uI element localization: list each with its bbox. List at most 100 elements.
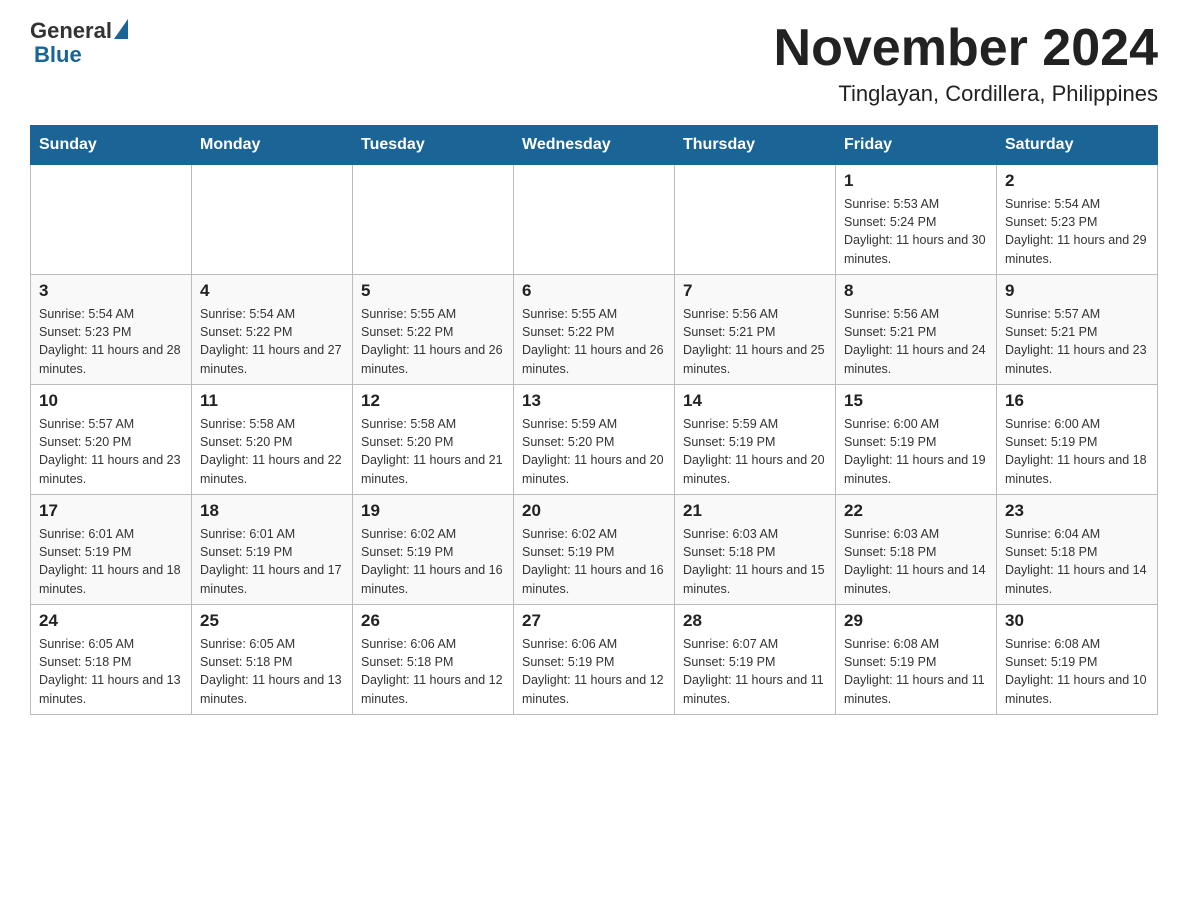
table-row: 16 Sunrise: 6:00 AMSunset: 5:19 PMDayligh… <box>997 385 1158 495</box>
table-row: 10Sunrise: 5:57 AMSunset: 5:20 PMDayligh… <box>31 385 192 495</box>
table-row: 13 Sunrise: 5:59 AMSunset: 5:20 PMDayligh… <box>514 385 675 495</box>
header-wednesday: Wednesday <box>514 126 675 165</box>
table-row <box>31 165 192 275</box>
table-row: 19 Sunrise: 6:02 AMSunset: 5:19 PMDayligh… <box>353 495 514 605</box>
calendar-month-year: November 2024 <box>774 20 1158 77</box>
day-number: 13 <box>522 391 666 411</box>
table-row: 2 Sunrise: 5:54 AMSunset: 5:23 PMDaylight… <box>997 165 1158 275</box>
table-row: 28 Sunrise: 6:07 AMSunset: 5:19 PMDayligh… <box>675 605 836 715</box>
calendar-header-row: Sunday Monday Tuesday Wednesday Thursday… <box>31 126 1158 165</box>
day-number: 15 <box>844 391 988 411</box>
table-row: 6Sunrise: 5:55 AMSunset: 5:22 PMDaylight… <box>514 275 675 385</box>
day-number: 27 <box>522 611 666 631</box>
table-row: 17Sunrise: 6:01 AMSunset: 5:19 PMDayligh… <box>31 495 192 605</box>
table-row: 5 Sunrise: 5:55 AMSunset: 5:22 PMDaylight… <box>353 275 514 385</box>
day-number: 18 <box>200 501 344 521</box>
day-number: 21 <box>683 501 827 521</box>
day-info: Sunrise: 6:01 AMSunset: 5:19 PMDaylight:… <box>200 525 344 598</box>
day-info: Sunrise: 6:04 AMSunset: 5:18 PMDaylight:… <box>1005 525 1149 598</box>
table-row: 4Sunrise: 5:54 AMSunset: 5:22 PMDaylight… <box>192 275 353 385</box>
table-row: 30 Sunrise: 6:08 AMSunset: 5:19 PMDayligh… <box>997 605 1158 715</box>
day-info: Sunrise: 6:07 AMSunset: 5:19 PMDaylight:… <box>683 635 827 708</box>
day-info: Sunrise: 6:02 AMSunset: 5:19 PMDaylight:… <box>361 525 505 598</box>
header-friday: Friday <box>836 126 997 165</box>
day-number: 8 <box>844 281 988 301</box>
day-number: 5 <box>361 281 505 301</box>
header-thursday: Thursday <box>675 126 836 165</box>
table-row: 12 Sunrise: 5:58 AMSunset: 5:20 PMDayligh… <box>353 385 514 495</box>
day-info: Sunrise: 6:02 AMSunset: 5:19 PMDaylight:… <box>522 525 666 598</box>
table-row <box>514 165 675 275</box>
table-row: 18 Sunrise: 6:01 AMSunset: 5:19 PMDayligh… <box>192 495 353 605</box>
day-number: 1 <box>844 171 988 191</box>
logo-triangle-icon <box>114 19 128 39</box>
day-number: 19 <box>361 501 505 521</box>
day-info: Sunrise: 6:06 AMSunset: 5:18 PMDaylight:… <box>361 635 505 708</box>
day-number: 2 <box>1005 171 1149 191</box>
table-row: 20 Sunrise: 6:02 AMSunset: 5:19 PMDayligh… <box>514 495 675 605</box>
header-tuesday: Tuesday <box>353 126 514 165</box>
header-monday: Monday <box>192 126 353 165</box>
day-info: Sunrise: 5:59 AMSunset: 5:20 PMDaylight:… <box>522 415 666 488</box>
day-info: Sunrise: 5:54 AMSunset: 5:23 PMDaylight:… <box>39 305 183 378</box>
day-number: 12 <box>361 391 505 411</box>
table-row <box>675 165 836 275</box>
day-info: Sunrise: 6:08 AMSunset: 5:19 PMDaylight:… <box>844 635 988 708</box>
table-row: 25Sunrise: 6:05 AMSunset: 5:18 PMDayligh… <box>192 605 353 715</box>
calendar-week-5: 24 Sunrise: 6:05 AMSunset: 5:18 PMDayligh… <box>31 605 1158 715</box>
day-number: 22 <box>844 501 988 521</box>
day-info: Sunrise: 6:06 AMSunset: 5:19 PMDaylight:… <box>522 635 666 708</box>
day-info: Sunrise: 5:57 AMSunset: 5:20 PMDaylight:… <box>39 415 183 488</box>
table-row <box>353 165 514 275</box>
day-number: 20 <box>522 501 666 521</box>
day-number: 14 <box>683 391 827 411</box>
day-info: Sunrise: 5:57 AMSunset: 5:21 PMDaylight:… <box>1005 305 1149 378</box>
day-number: 24 <box>39 611 183 631</box>
header-sunday: Sunday <box>31 126 192 165</box>
table-row: 22 Sunrise: 6:03 AMSunset: 5:18 PMDayligh… <box>836 495 997 605</box>
day-info: Sunrise: 6:03 AMSunset: 5:18 PMDaylight:… <box>844 525 988 598</box>
day-info: Sunrise: 6:08 AMSunset: 5:19 PMDaylight:… <box>1005 635 1149 708</box>
calendar-location: Tinglayan, Cordillera, Philippines <box>774 81 1158 107</box>
day-number: 3 <box>39 281 183 301</box>
table-row: 29 Sunrise: 6:08 AMSunset: 5:19 PMDayligh… <box>836 605 997 715</box>
day-info: Sunrise: 5:58 AMSunset: 5:20 PMDaylight:… <box>361 415 505 488</box>
day-number: 7 <box>683 281 827 301</box>
day-info: Sunrise: 5:53 AMSunset: 5:24 PMDaylight:… <box>844 195 988 268</box>
calendar-title-area: November 2024 Tinglayan, Cordillera, Phi… <box>774 20 1158 107</box>
table-row: 15 Sunrise: 6:00 AMSunset: 5:19 PMDayligh… <box>836 385 997 495</box>
day-info: Sunrise: 6:03 AMSunset: 5:18 PMDaylight:… <box>683 525 827 598</box>
table-row: 27 Sunrise: 6:06 AMSunset: 5:19 PMDayligh… <box>514 605 675 715</box>
day-number: 28 <box>683 611 827 631</box>
table-row: 7 Sunrise: 5:56 AMSunset: 5:21 PMDaylight… <box>675 275 836 385</box>
day-info: Sunrise: 6:00 AMSunset: 5:19 PMDaylight:… <box>844 415 988 488</box>
day-info: Sunrise: 6:00 AMSunset: 5:19 PMDaylight:… <box>1005 415 1149 488</box>
day-info: Sunrise: 5:56 AMSunset: 5:21 PMDaylight:… <box>683 305 827 378</box>
day-number: 23 <box>1005 501 1149 521</box>
day-info: Sunrise: 6:05 AMSunset: 5:18 PMDaylight:… <box>200 635 344 708</box>
table-row: 14 Sunrise: 5:59 AMSunset: 5:19 PMDayligh… <box>675 385 836 495</box>
page-header: General Blue November 2024 Tinglayan, Co… <box>30 20 1158 107</box>
day-info: Sunrise: 5:54 AMSunset: 5:23 PMDaylight:… <box>1005 195 1149 268</box>
table-row: 21 Sunrise: 6:03 AMSunset: 5:18 PMDayligh… <box>675 495 836 605</box>
logo-general-text: General <box>30 20 112 42</box>
calendar-week-4: 17Sunrise: 6:01 AMSunset: 5:19 PMDayligh… <box>31 495 1158 605</box>
day-info: Sunrise: 5:59 AMSunset: 5:19 PMDaylight:… <box>683 415 827 488</box>
table-row: 26Sunrise: 6:06 AMSunset: 5:18 PMDayligh… <box>353 605 514 715</box>
day-info: Sunrise: 5:58 AMSunset: 5:20 PMDaylight:… <box>200 415 344 488</box>
day-number: 30 <box>1005 611 1149 631</box>
table-row <box>192 165 353 275</box>
day-number: 4 <box>200 281 344 301</box>
day-info: Sunrise: 5:55 AMSunset: 5:22 PMDaylight:… <box>361 305 505 378</box>
day-number: 9 <box>1005 281 1149 301</box>
table-row: 23 Sunrise: 6:04 AMSunset: 5:18 PMDayligh… <box>997 495 1158 605</box>
day-info: Sunrise: 5:55 AMSunset: 5:22 PMDaylight:… <box>522 305 666 378</box>
day-info: Sunrise: 6:01 AMSunset: 5:19 PMDaylight:… <box>39 525 183 598</box>
table-row: 3 Sunrise: 5:54 AMSunset: 5:23 PMDaylight… <box>31 275 192 385</box>
calendar-week-2: 3 Sunrise: 5:54 AMSunset: 5:23 PMDaylight… <box>31 275 1158 385</box>
header-saturday: Saturday <box>997 126 1158 165</box>
day-number: 16 <box>1005 391 1149 411</box>
day-info: Sunrise: 6:05 AMSunset: 5:18 PMDaylight:… <box>39 635 183 708</box>
day-number: 29 <box>844 611 988 631</box>
calendar-table: Sunday Monday Tuesday Wednesday Thursday… <box>30 125 1158 715</box>
